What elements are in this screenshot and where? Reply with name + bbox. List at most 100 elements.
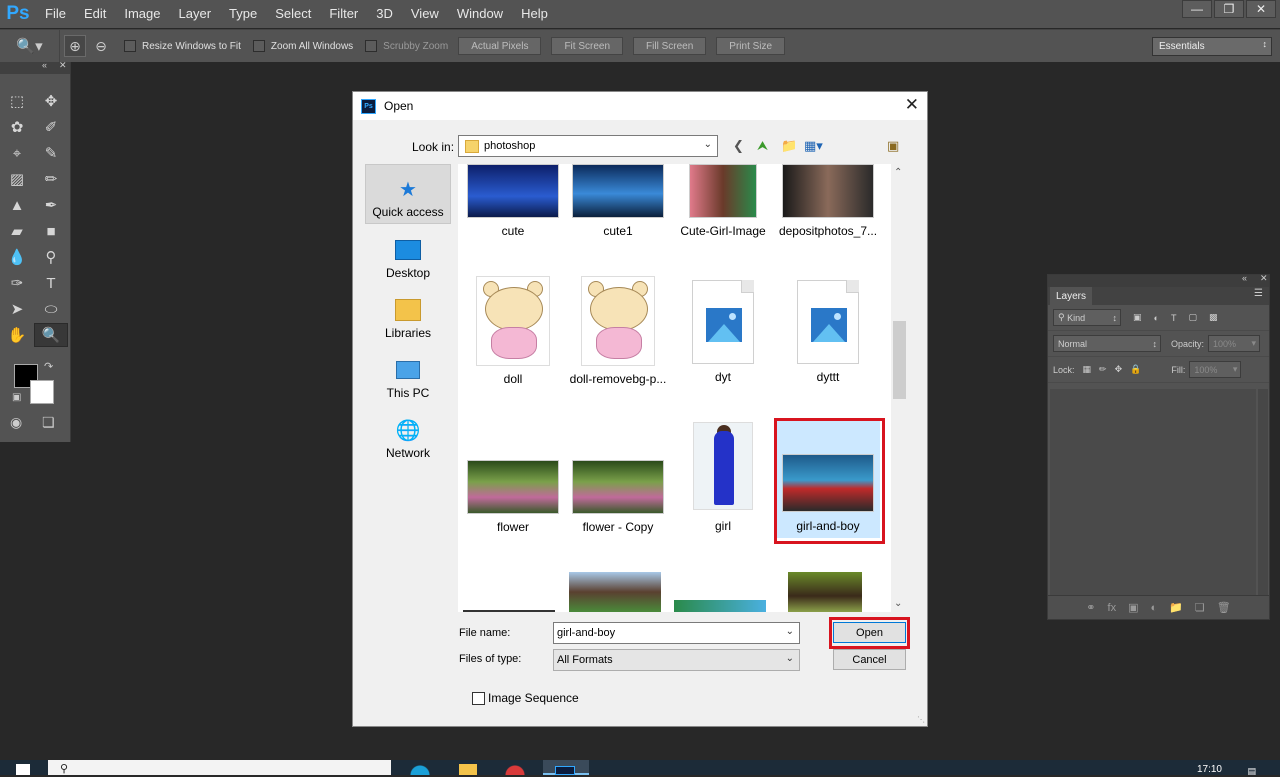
file-item[interactable]: flower	[461, 460, 565, 534]
file-list-scrollbar[interactable]: ⌃ ⌄	[891, 164, 908, 612]
lock-position-icon[interactable]: ✥	[1115, 364, 1123, 375]
collapse-icon[interactable]: «	[42, 60, 47, 70]
new-layer-icon[interactable]: ❏	[1195, 601, 1205, 614]
windows-start-icon[interactable]	[16, 764, 30, 775]
pixel-filter-icon[interactable]: ▣	[1133, 312, 1142, 323]
quick-select-tool-icon[interactable]: ✐	[34, 115, 68, 139]
type-tool-icon[interactable]: T	[34, 271, 68, 295]
file-type-select[interactable]: All Formats ⌄	[553, 649, 800, 671]
zoom-tool-preset-icon[interactable]: 🔍▾	[0, 29, 60, 63]
zoom-in-icon[interactable]: ⊕	[64, 35, 86, 57]
eyedropper-tool-icon[interactable]: ✎	[34, 141, 68, 165]
move-tool-icon[interactable]: ✥	[34, 89, 68, 113]
crop-tool-icon[interactable]: ⌖	[0, 141, 34, 165]
new-folder-icon[interactable]: 📁	[781, 138, 797, 154]
background-color-swatch[interactable]	[30, 380, 54, 404]
smart-object-filter-icon[interactable]: ▩	[1209, 312, 1218, 323]
group-icon[interactable]: 📁	[1169, 601, 1183, 614]
path-select-icon[interactable]: ➤	[0, 297, 34, 321]
photoshop-taskbar-icon[interactable]	[543, 760, 589, 775]
chrome-icon[interactable]	[500, 760, 530, 775]
opacity-field[interactable]: 100% ▾	[1208, 335, 1261, 352]
fx-icon[interactable]: fx	[1108, 602, 1117, 614]
type-filter-icon[interactable]: T	[1171, 313, 1177, 323]
pen-tool-icon[interactable]: ✑	[0, 271, 34, 295]
workspace-select[interactable]: Essentials ↕	[1152, 37, 1272, 56]
menu-layer[interactable]: Layer	[170, 0, 221, 28]
close-icon[interactable]: ✕	[59, 60, 67, 71]
file-item[interactable]: depositphotos_7...	[776, 164, 880, 238]
collapse-icon[interactable]: «	[1242, 273, 1247, 283]
menu-type[interactable]: Type	[220, 0, 266, 28]
trash-icon[interactable]: 🗑	[1217, 601, 1231, 614]
restore-icon[interactable]: ❐	[1214, 0, 1244, 18]
ellipse-tool-icon[interactable]: ⬭	[34, 297, 68, 321]
bridge-icon[interactable]: ▣	[887, 138, 899, 154]
place-quick-access[interactable]: ★ Quick access	[365, 164, 451, 224]
resize-windows-checkbox[interactable]: Resize Windows to Fit	[124, 40, 241, 52]
minimize-icon[interactable]: —	[1182, 0, 1212, 18]
cancel-button[interactable]: Cancel	[833, 649, 906, 670]
file-item[interactable]: Cute-Girl-Image	[671, 164, 775, 238]
file-explorer-icon[interactable]	[452, 760, 482, 775]
actual-pixels-button[interactable]: Actual Pixels	[458, 37, 542, 55]
file-item[interactable]: dyttt	[776, 280, 880, 384]
resize-grip-icon[interactable]: ⋱	[917, 715, 925, 724]
place-libraries[interactable]: Libraries	[365, 284, 451, 344]
notification-icon[interactable]: ▤	[1247, 766, 1256, 777]
menu-select[interactable]: Select	[266, 0, 320, 28]
menu-window[interactable]: Window	[448, 0, 512, 28]
file-item[interactable]: doll	[461, 276, 565, 386]
view-menu-icon[interactable]: ▦▾	[804, 138, 823, 154]
screen-mode-icon[interactable]: ❏	[42, 414, 55, 431]
hand-tool-icon[interactable]: ✋	[0, 323, 34, 347]
stamp-tool-icon[interactable]: ▲	[0, 193, 34, 217]
file-item[interactable]: flower - Copy	[566, 460, 670, 534]
file-item[interactable]: doll-removebg-p...	[566, 276, 670, 386]
menu-3d[interactable]: 3D	[367, 0, 402, 28]
panel-menu-icon[interactable]: ☰	[1254, 288, 1263, 299]
kind-filter-select[interactable]: ⚲ Kind ↕	[1053, 309, 1121, 326]
layers-scrollbar[interactable]	[1258, 389, 1268, 595]
adjustment-filter-icon[interactable]: ◐	[1154, 313, 1159, 323]
place-network[interactable]: 🌐 Network	[365, 404, 451, 464]
fill-screen-button[interactable]: Fill Screen	[633, 37, 707, 55]
place-desktop[interactable]: Desktop	[365, 224, 451, 284]
shape-filter-icon[interactable]: ▢	[1188, 312, 1197, 323]
swap-colors-icon[interactable]: ↷	[44, 360, 53, 373]
marquee-tool-icon[interactable]: ⬚	[0, 89, 34, 113]
file-item[interactable]: girl	[671, 422, 775, 533]
healing-brush-icon[interactable]: ▨	[0, 167, 34, 191]
lock-transparent-icon[interactable]: ▦	[1083, 364, 1092, 375]
look-in-select[interactable]: photoshop ⌄	[458, 135, 718, 157]
place-this-pc[interactable]: This PC	[365, 344, 451, 404]
adjustment-icon[interactable]: ◐	[1150, 602, 1157, 614]
brush-tool-icon[interactable]: ✏	[34, 167, 68, 191]
edge-icon[interactable]	[405, 760, 435, 775]
chevron-down-icon[interactable]: ⌄	[786, 626, 794, 637]
file-name-input[interactable]: girl-and-boy ⌄	[553, 622, 800, 644]
mask-icon[interactable]: ▣	[1128, 601, 1138, 614]
chevron-up-icon[interactable]: ⌃	[894, 167, 902, 178]
menu-help[interactable]: Help	[512, 0, 557, 28]
history-brush-icon[interactable]: ✒	[34, 193, 68, 217]
file-item[interactable]: cute	[461, 164, 565, 238]
back-icon[interactable]: ❮	[733, 138, 744, 154]
up-folder-icon[interactable]: ⮝	[757, 138, 768, 154]
zoom-tool-icon[interactable]: 🔍	[34, 323, 68, 347]
fill-field[interactable]: 100% ▾	[1189, 361, 1242, 378]
lock-pixels-icon[interactable]: ✏	[1099, 364, 1107, 375]
blur-tool-icon[interactable]: 💧	[0, 245, 34, 269]
close-icon[interactable]: ✕	[905, 95, 919, 115]
scroll-thumb[interactable]	[893, 321, 906, 399]
link-icon[interactable]: ⚭	[1086, 601, 1095, 614]
menu-view[interactable]: View	[402, 0, 448, 28]
menu-image[interactable]: Image	[115, 0, 169, 28]
menu-file[interactable]: File	[36, 0, 75, 28]
tab-layers[interactable]: Layers	[1050, 287, 1093, 305]
zoom-out-icon[interactable]: ⊖	[90, 35, 112, 57]
eraser-tool-icon[interactable]: ▰	[0, 219, 34, 243]
quick-mask-icon[interactable]: ◉	[10, 414, 22, 431]
menu-filter[interactable]: Filter	[320, 0, 367, 28]
taskbar-search-box[interactable]: ⚲	[48, 760, 391, 775]
